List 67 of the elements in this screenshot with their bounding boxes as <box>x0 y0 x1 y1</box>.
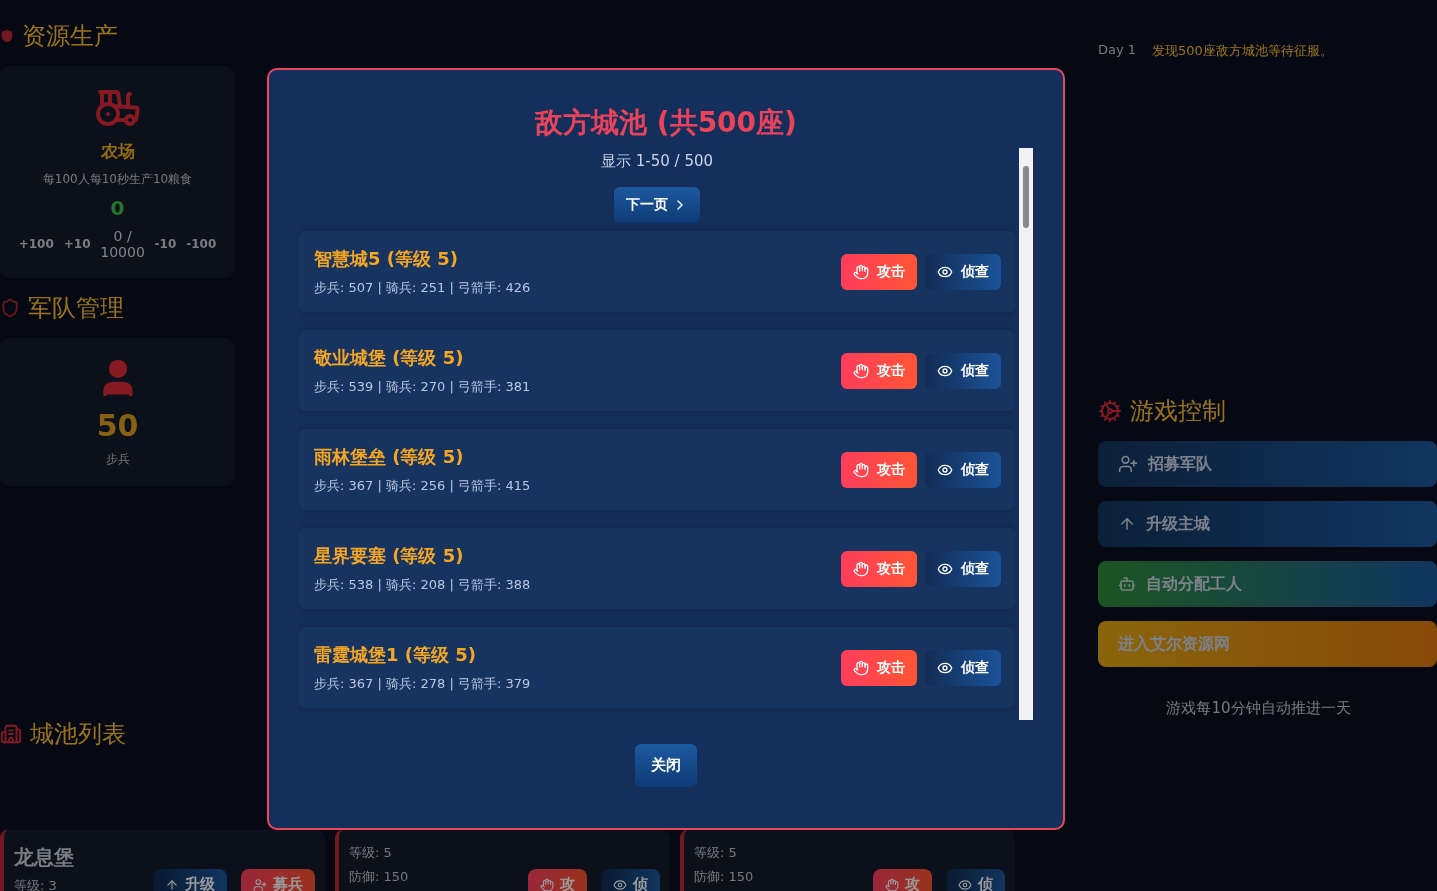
worker-count: 0 <box>110 196 125 220</box>
adjust-button[interactable]: +100 <box>16 237 56 251</box>
city-stats: 步兵: 507 | 骑兵: 251 | 弓箭手: 426 <box>314 278 531 297</box>
city-name: 雨林堡垒 (等级 5) <box>314 444 465 469</box>
attack-button[interactable]: 攻 <box>528 869 587 891</box>
section-title: 游戏控制 <box>1130 396 1226 427</box>
city-level: 等级: 5 <box>694 844 738 862</box>
attack-button[interactable]: 攻击 <box>841 352 917 389</box>
city-name: 智慧城5 (等级 5) <box>314 246 460 271</box>
next-page-button[interactable]: 下一页 <box>614 187 700 223</box>
city-name: 龙息堡 <box>14 844 74 871</box>
shield-icon <box>0 298 20 318</box>
city-stats: 步兵: 367 | 骑兵: 278 | 弓箭手: 379 <box>314 674 531 693</box>
adjust-button[interactable]: -100 <box>184 237 219 251</box>
dialog-title: 敌方城池 (共500座) <box>535 105 797 141</box>
attack-button[interactable]: 攻击 <box>841 451 917 488</box>
user-plus-icon <box>1118 454 1138 474</box>
city-name: 星界要塞 (等级 5) <box>314 543 465 568</box>
eye-icon <box>613 877 627 891</box>
scout-button[interactable]: 侦查 <box>925 649 1001 686</box>
city-level: 等级: 3 <box>14 877 58 891</box>
scrollbar-thumb[interactable] <box>1023 166 1029 228</box>
city-name: 雷霆城堡1 (等级 5) <box>314 642 478 667</box>
farm-name: 农场 <box>100 140 135 163</box>
gears-icon <box>1098 399 1122 423</box>
farm-description: 每100人每10秒生产10粮食 <box>42 171 193 188</box>
city-level: 等级: 5 <box>349 844 393 862</box>
scout-button[interactable]: 侦 <box>601 869 660 891</box>
adjust-button[interactable]: -10 <box>152 237 179 251</box>
city-defense: 防御: 150 <box>694 868 754 886</box>
close-button[interactable]: 关闭 <box>635 744 697 787</box>
scout-button[interactable]: 侦 <box>946 869 1005 891</box>
control-button[interactable]: 自动分配工人 <box>1098 561 1437 607</box>
city-stats: 步兵: 367 | 骑兵: 256 | 弓箭手: 415 <box>314 476 531 495</box>
control-button[interactable]: 升级主城 <box>1098 501 1437 547</box>
eye-icon <box>958 877 972 891</box>
log-day: Day 1 <box>1098 42 1137 60</box>
user-plus-icon <box>253 877 267 891</box>
capacity-text: 0 / 10000 <box>99 228 146 260</box>
city-stats: 步兵: 538 | 骑兵: 208 | 弓箭手: 388 <box>314 575 531 594</box>
attack-button[interactable]: 攻击 <box>841 550 917 587</box>
control-button[interactable]: 招募军队 <box>1098 441 1437 487</box>
attack-button[interactable]: 攻击 <box>841 253 917 290</box>
arrow-up-icon <box>165 877 179 891</box>
scout-button[interactable]: 侦查 <box>925 253 1001 290</box>
section-title: 军队管理 <box>28 293 124 324</box>
scout-button[interactable]: 侦查 <box>925 550 1001 587</box>
scout-button[interactable]: 侦查 <box>925 451 1001 488</box>
unit-label: 步兵 <box>105 451 130 468</box>
building-icon <box>0 723 22 745</box>
log-text: 发现500座敌方城池等待征服。 <box>1152 42 1333 60</box>
range-text: 显示 1-50 / 500 <box>601 152 713 171</box>
section-title: 资源生产 <box>22 21 118 52</box>
city-name: 敬业城堡 (等级 5) <box>314 345 465 370</box>
city-defense: 防御: 150 <box>349 868 409 886</box>
attack-button[interactable]: 攻 <box>873 869 932 891</box>
scout-button[interactable]: 侦查 <box>925 352 1001 389</box>
attack-button[interactable]: 攻击 <box>841 649 917 686</box>
robot-icon <box>1118 575 1136 593</box>
upgrade-button[interactable]: 升级 <box>153 869 227 891</box>
army-count: 50 <box>96 408 139 443</box>
recruit-button[interactable]: 募兵 <box>241 869 315 891</box>
auto-advance-note: 游戏每10分钟自动推进一天 <box>1165 698 1352 718</box>
adjust-button[interactable]: +10 <box>61 237 93 251</box>
scrollbar[interactable] <box>1019 148 1033 720</box>
section-title: 城池列表 <box>30 719 126 750</box>
city-stats: 步兵: 539 | 骑兵: 270 | 弓箭手: 381 <box>314 377 531 396</box>
